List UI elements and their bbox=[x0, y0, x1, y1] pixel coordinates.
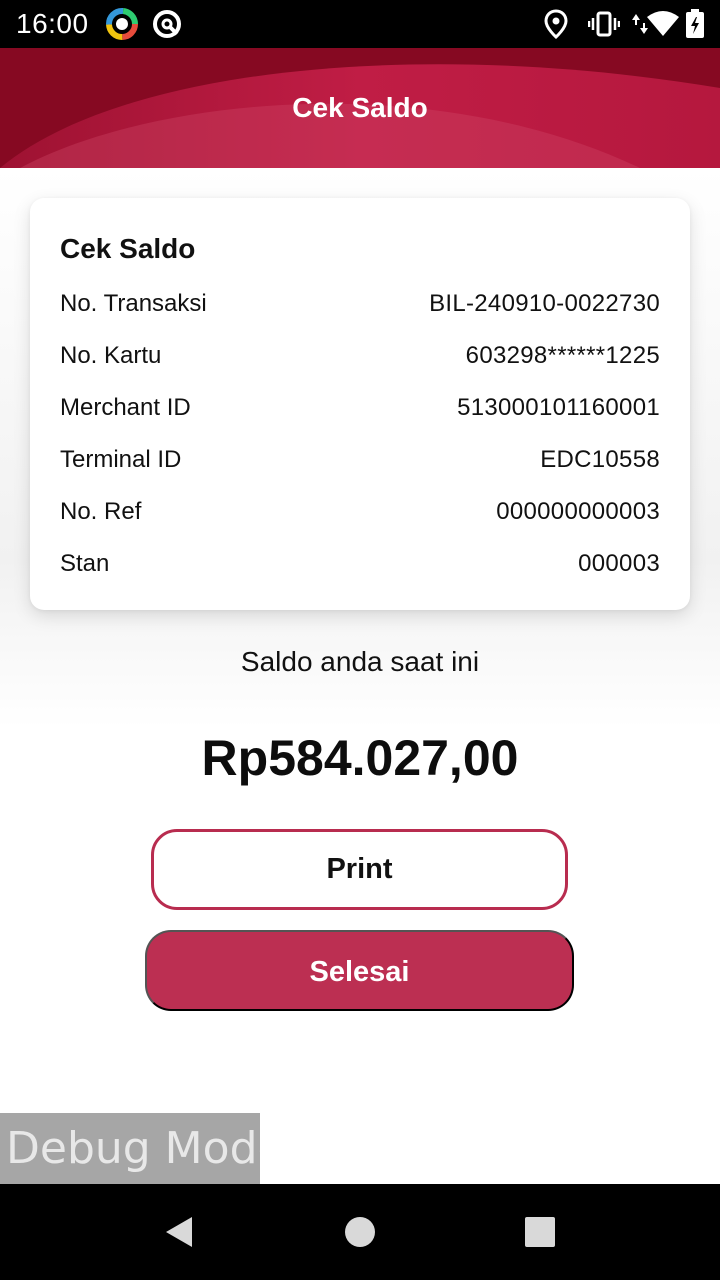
battery-icon bbox=[686, 9, 704, 38]
row-value: 000000000003 bbox=[496, 498, 660, 525]
row-label: Merchant ID bbox=[60, 394, 191, 421]
transaction-card: Cek Saldo No. Transaksi BIL-240910-00227… bbox=[30, 198, 690, 610]
app-q-icon bbox=[153, 10, 181, 38]
debug-mode-label: Debug Mode bbox=[0, 1113, 260, 1184]
row-merchant-id: Merchant ID 513000101160001 bbox=[60, 388, 660, 428]
status-time: 16:00 bbox=[16, 8, 89, 39]
row-label: No. Kartu bbox=[60, 342, 162, 369]
row-value: BIL-240910-0022730 bbox=[429, 290, 660, 317]
row-value: 513000101160001 bbox=[457, 394, 660, 421]
app-header: Cek Saldo bbox=[0, 48, 720, 168]
balance-amount: Rp584.027,00 bbox=[201, 730, 519, 786]
row-label: No. Transaksi bbox=[60, 290, 207, 317]
row-transaction-number: No. Transaksi BIL-240910-0022730 bbox=[60, 284, 660, 324]
wifi-icon bbox=[647, 11, 679, 36]
header-title: Cek Saldo bbox=[292, 92, 428, 123]
row-reference-number: No. Ref 000000000003 bbox=[60, 492, 660, 532]
status-bar: 16:00 bbox=[0, 0, 720, 48]
home-circle-icon[interactable] bbox=[340, 1212, 380, 1252]
row-label: Stan bbox=[60, 550, 110, 577]
row-value: EDC10558 bbox=[540, 446, 660, 473]
done-button[interactable]: Selesai bbox=[145, 930, 574, 1011]
app-color-ring-icon bbox=[106, 8, 138, 40]
row-card-number: No. Kartu 603298******1225 bbox=[60, 336, 660, 376]
row-stan: Stan 000003 bbox=[60, 544, 660, 584]
card-title: Cek Saldo bbox=[60, 233, 196, 264]
location-icon bbox=[544, 9, 568, 40]
print-button[interactable]: Print bbox=[151, 829, 568, 910]
row-label: Terminal ID bbox=[60, 446, 182, 473]
vibrate-icon bbox=[588, 11, 620, 37]
row-label: No. Ref bbox=[60, 498, 142, 525]
row-value: 603298******1225 bbox=[465, 342, 660, 369]
recents-square-icon[interactable] bbox=[520, 1212, 560, 1252]
navigation-bar bbox=[0, 1184, 720, 1280]
row-terminal-id: Terminal ID EDC10558 bbox=[60, 440, 660, 480]
balance-label: Saldo anda saat ini bbox=[240, 646, 480, 677]
back-triangle-icon[interactable] bbox=[160, 1212, 200, 1252]
row-value: 000003 bbox=[578, 550, 660, 577]
